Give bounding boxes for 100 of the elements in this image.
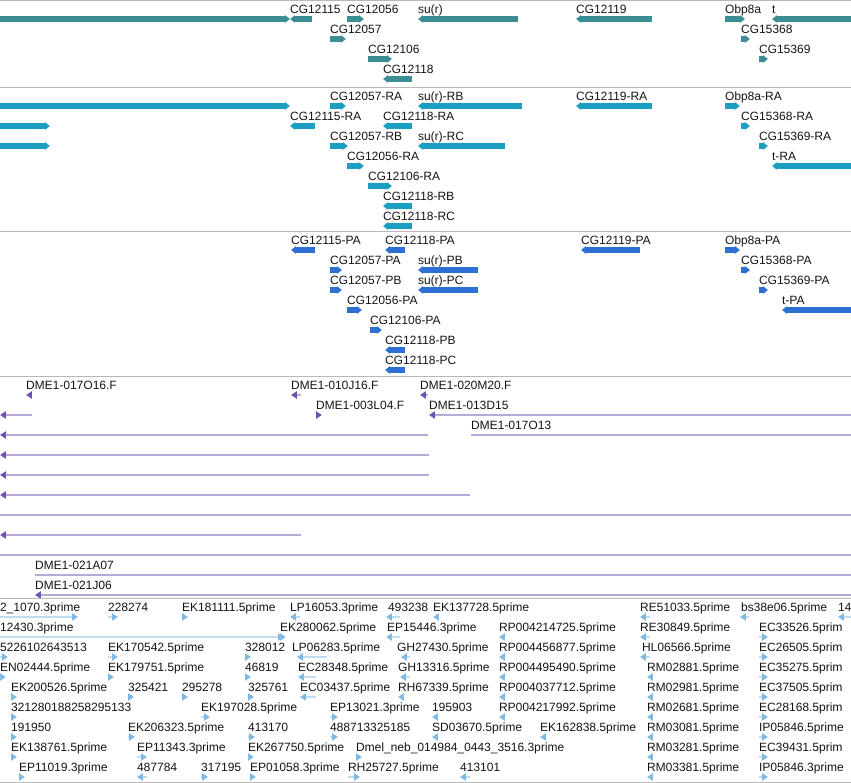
feature-glyph[interactable] xyxy=(759,55,768,63)
feature-glyph[interactable] xyxy=(330,35,346,43)
feature-label: 12430.3prime xyxy=(0,620,74,634)
feature-label: EK280062.5prime xyxy=(280,620,376,634)
feature-glyph[interactable] xyxy=(0,431,428,439)
feature-glyph[interactable] xyxy=(291,391,301,399)
feature-glyph[interactable] xyxy=(741,122,750,130)
feature-label: CG15368-PA xyxy=(741,253,812,267)
feature-glyph[interactable] xyxy=(759,286,768,294)
feature-label: CG15369 xyxy=(759,42,810,56)
feature-label: DME1-017O16.F xyxy=(26,378,117,392)
feature-label: RE51033.5prime xyxy=(640,600,730,614)
feature-glyph[interactable] xyxy=(0,142,50,150)
feature-glyph[interactable] xyxy=(290,15,312,23)
feature-label: su(r)-PC xyxy=(418,273,464,287)
feature-glyph[interactable] xyxy=(772,162,851,170)
feature-label: DME1-017O13 xyxy=(471,418,552,432)
feature-glyph[interactable] xyxy=(725,102,740,110)
feature-label: Obp8a-PA xyxy=(725,233,780,247)
feature-glyph[interactable] xyxy=(347,15,364,23)
feature-glyph[interactable] xyxy=(383,202,412,210)
feature-glyph[interactable] xyxy=(383,222,412,230)
feature-glyph[interactable] xyxy=(385,246,405,254)
feature-glyph[interactable] xyxy=(0,451,429,459)
feature-glyph[interactable] xyxy=(368,55,392,63)
feature-glyph[interactable] xyxy=(418,266,478,274)
feature-label: CG15369-PA xyxy=(759,273,830,287)
feature-label: CG12118-PA xyxy=(385,233,455,247)
feature-glyph[interactable] xyxy=(418,142,505,150)
feature-glyph[interactable] xyxy=(347,162,364,170)
feature-glyph[interactable] xyxy=(741,35,750,43)
feature-glyph[interactable] xyxy=(290,122,315,130)
feature-label: EC37505.5prim xyxy=(759,680,842,694)
feature-label: su(r)-RB xyxy=(418,89,464,103)
feature-glyph[interactable] xyxy=(35,591,851,598)
feature-glyph[interactable] xyxy=(0,15,290,23)
feature-glyph[interactable] xyxy=(385,346,405,354)
feature-label: CG12056 xyxy=(347,2,398,16)
feature-label: RH67339.5prime xyxy=(398,680,489,694)
feature-glyph[interactable] xyxy=(385,366,405,374)
feature-glyph[interactable] xyxy=(576,15,652,23)
feature-label: CG12119 xyxy=(576,2,626,16)
feature-glyph[interactable] xyxy=(383,75,412,83)
feature-glyph[interactable] xyxy=(330,142,348,150)
feature-label: EK267750.5prime xyxy=(248,740,344,754)
feature-glyph[interactable] xyxy=(782,306,851,314)
feature-label: EK179751.5prime xyxy=(108,660,204,674)
feature-label: su(r) xyxy=(418,2,443,16)
feature-label: CG12119-PA xyxy=(581,233,651,247)
feature-glyph[interactable] xyxy=(330,102,346,110)
feature-glyph[interactable] xyxy=(418,102,522,110)
feature-glyph[interactable] xyxy=(0,411,32,419)
feature-label: RM02881.5prime xyxy=(647,660,740,674)
feature-glyph[interactable] xyxy=(576,102,652,110)
feature-glyph[interactable] xyxy=(330,266,342,274)
feature-label: IP05846.5prime xyxy=(759,720,844,734)
feature-label: Obp8a-RA xyxy=(725,89,782,103)
feature-label: DME1-021J06 xyxy=(35,578,112,592)
feature-glyph[interactable] xyxy=(759,142,768,150)
feature-glyph[interactable] xyxy=(0,531,301,539)
feature-glyph[interactable] xyxy=(0,122,50,130)
feature-label: LP06283.5prime xyxy=(292,640,380,654)
feature-glyph[interactable] xyxy=(347,306,362,314)
feature-label: GH13316.5prime xyxy=(398,660,490,674)
feature-glyph[interactable] xyxy=(725,15,745,23)
feature-label: RP004495490.5prime xyxy=(499,660,616,674)
feature-label: 328012 xyxy=(245,640,286,654)
feature-glyph[interactable] xyxy=(0,471,429,479)
feature-glyph[interactable] xyxy=(741,266,750,274)
feature-label: t xyxy=(772,2,776,16)
feature-glyph[interactable] xyxy=(291,246,315,254)
feature-label: 413170 xyxy=(248,720,288,734)
feature-label: CG12118-RA xyxy=(383,109,454,123)
feature-label: DME1-021A07 xyxy=(35,558,114,572)
feature-label: 317195 xyxy=(201,760,242,774)
feature-glyph[interactable] xyxy=(581,246,640,254)
feature-glyph[interactable] xyxy=(0,102,290,110)
feature-label: EK181111.5prime xyxy=(182,600,276,614)
feature-glyph[interactable] xyxy=(418,15,518,23)
feature-label: 195903 xyxy=(432,700,472,714)
feature-glyph[interactable] xyxy=(316,411,322,419)
feature-label: EK206323.5prime xyxy=(128,720,224,734)
feature-glyph[interactable] xyxy=(0,491,470,499)
feature-label: RP004214725.5prime xyxy=(499,620,616,634)
feature-glyph[interactable] xyxy=(429,411,851,419)
feature-glyph[interactable] xyxy=(370,326,382,334)
feature-glyph[interactable] xyxy=(420,391,428,399)
feature-glyph[interactable] xyxy=(772,15,851,23)
feature-glyph[interactable] xyxy=(383,122,412,130)
feature-label: 228274 xyxy=(108,600,148,614)
feature-glyph[interactable] xyxy=(418,286,478,294)
feature-glyph[interactable] xyxy=(725,246,740,254)
feature-label: su(r)-PB xyxy=(418,253,463,267)
feature-label: CG12118-RC xyxy=(383,209,455,223)
feature-label: Dmel_neb_014984_0443_3516.3prime xyxy=(356,740,564,754)
feature-glyph[interactable] xyxy=(368,182,392,190)
feature-glyph[interactable] xyxy=(26,391,32,399)
feature-label: EK197028.5prime xyxy=(201,700,298,714)
feature-glyph[interactable] xyxy=(330,286,342,294)
feature-label: CG12118-RB xyxy=(383,189,454,203)
